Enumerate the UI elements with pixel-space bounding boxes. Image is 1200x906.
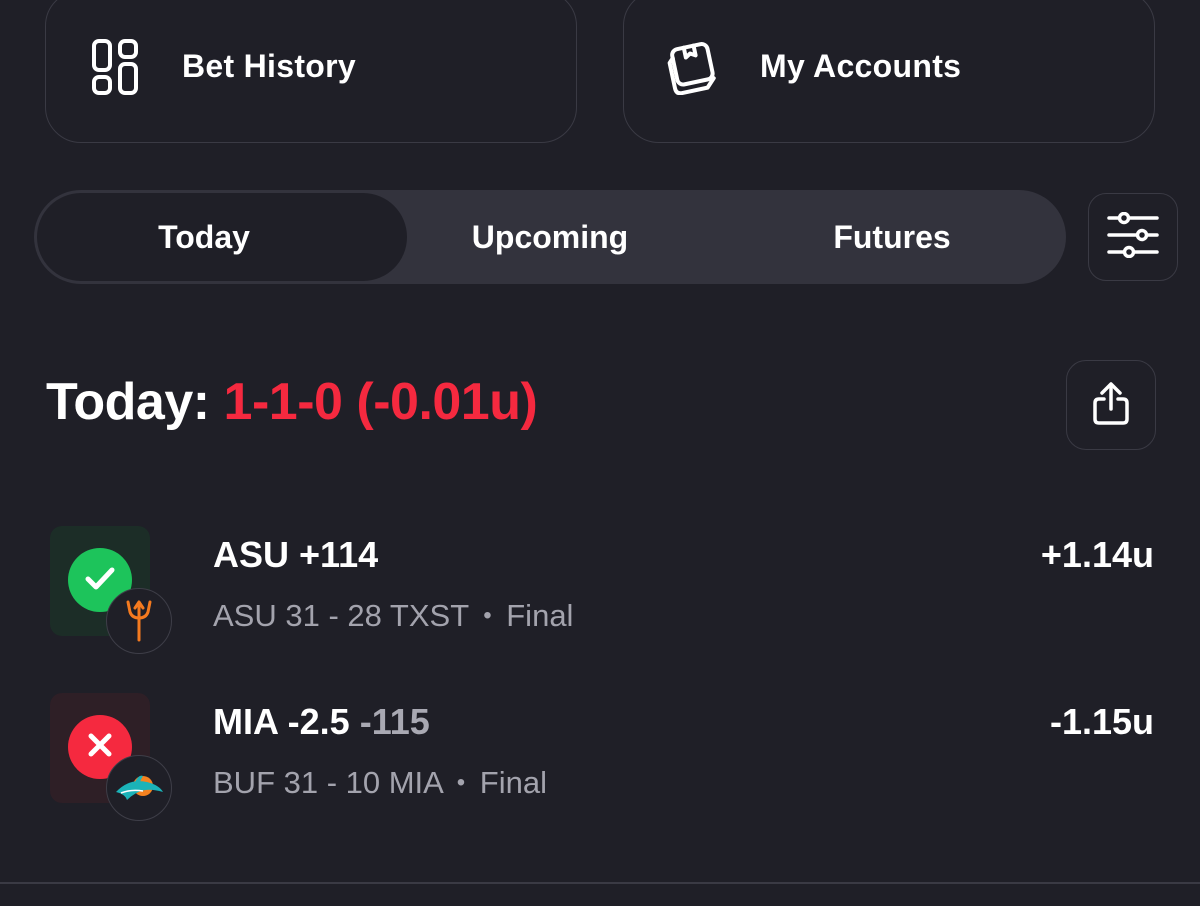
share-icon (1091, 381, 1131, 430)
tab-upcoming[interactable]: Upcoming (378, 190, 722, 284)
summary-label: Today: (46, 373, 210, 431)
bet-units: -1.15u (1049, 701, 1154, 742)
sliders-icon (1107, 211, 1159, 263)
filter-button[interactable] (1088, 193, 1178, 281)
bet-pick-text: ASU +114 (213, 534, 379, 575)
today-summary: Today: 1-1-0 (-0.01u) (46, 372, 538, 432)
my-accounts-card[interactable]: My Accounts (623, 0, 1155, 143)
x-icon (85, 730, 115, 765)
share-button[interactable] (1066, 360, 1156, 450)
bottom-divider (0, 882, 1200, 884)
separator-dot: • (456, 769, 466, 796)
bet-row[interactable]: ASU +114 ASU 31 - 28 TXST • Final +1.14u (0, 526, 1200, 656)
bet-history-card[interactable]: Bet History (45, 0, 577, 143)
bet-pick-odds: -115 (359, 701, 430, 742)
bet-score: BUF 31 - 10 MIA (213, 765, 443, 800)
package-box-icon (666, 39, 722, 95)
tab-futures[interactable]: Futures (722, 190, 1062, 284)
bet-game-status: Final (506, 598, 574, 633)
separator-dot: • (483, 602, 492, 629)
my-accounts-label: My Accounts (760, 48, 962, 84)
bet-result: ASU 31 - 28 TXST • Final (213, 598, 573, 634)
bet-pick: ASU +114 (213, 534, 378, 576)
bet-game-status: Final (479, 765, 547, 800)
tab-today[interactable]: Today (34, 190, 374, 284)
check-icon (83, 561, 117, 600)
summary-record: 1-1-0 (-0.01u) (223, 373, 538, 431)
bet-row[interactable]: MIA -2.5 -115 BUF 31 - 10 MIA • Final -1… (0, 693, 1200, 823)
bet-units: +1.14u (1040, 534, 1154, 575)
bet-history-label: Bet History (182, 48, 357, 84)
bet-pick-text: MIA -2.5 (213, 701, 360, 742)
layout-grid-icon (92, 38, 138, 95)
bet-result: BUF 31 - 10 MIA • Final (213, 765, 547, 801)
bet-pick: MIA -2.5 -115 (213, 701, 430, 743)
bet-score: ASU 31 - 28 TXST (213, 598, 469, 633)
asu-pitchfork-logo (106, 588, 172, 654)
bet-period-tabs: Today Upcoming Futures (34, 190, 1066, 284)
dolphins-logo (106, 755, 172, 821)
